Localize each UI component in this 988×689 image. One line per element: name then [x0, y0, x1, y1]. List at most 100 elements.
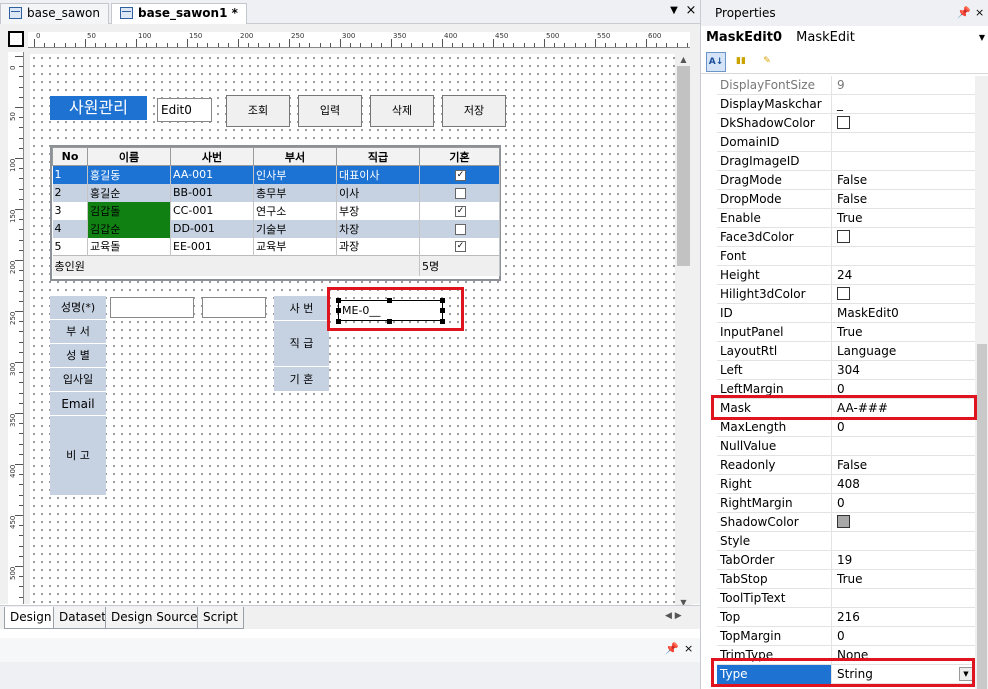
grid-cell-married[interactable]: ✓ — [419, 165, 500, 184]
grid-cell[interactable]: 연구소 — [253, 201, 337, 220]
property-row[interactable]: ID MaskEdit0 — [717, 304, 975, 323]
property-row[interactable]: TabStop True — [717, 570, 975, 589]
grid-cell[interactable]: 김갑순 — [87, 219, 171, 238]
grid-cell[interactable]: 교육부 — [253, 237, 337, 256]
grid-cell[interactable]: 이사 — [336, 183, 420, 202]
grid-cell[interactable]: 김갑돌 — [87, 201, 171, 220]
grid-cell[interactable]: 인사부 — [253, 165, 337, 184]
grid-cell-married[interactable] — [419, 219, 500, 238]
grid-cell[interactable]: 1 — [52, 165, 88, 184]
grid-cell[interactable]: 홍길순 — [87, 183, 171, 202]
property-row[interactable]: DragMode False — [717, 171, 975, 190]
property-row[interactable]: ToolTipText — [717, 589, 975, 608]
grid-cell[interactable]: CC-001 — [170, 201, 254, 220]
grid-header-rank[interactable]: 직급 — [336, 147, 420, 166]
rank-label[interactable]: 직 급 — [274, 321, 329, 367]
property-value[interactable]: 0 — [832, 627, 975, 646]
property-value[interactable] — [832, 133, 975, 152]
property-row[interactable]: Font — [717, 247, 975, 266]
scroll-up-icon[interactable]: ▲ — [675, 54, 692, 66]
delete-button[interactable]: 삭제 — [370, 95, 434, 127]
property-row[interactable]: LayoutRtl Language — [717, 342, 975, 361]
doc-tab-base-sawon[interactable]: base_sawon — [0, 3, 109, 24]
grid-cell-married[interactable] — [419, 183, 500, 202]
married-checkbox[interactable]: ✓ — [455, 205, 466, 217]
dept-label[interactable]: 부 서 — [50, 320, 106, 344]
grid-cell[interactable]: 차장 — [336, 219, 420, 238]
remark-label[interactable]: 비 고 — [50, 416, 106, 496]
property-value[interactable]: 0 — [832, 418, 975, 437]
grid-cell[interactable]: BB-001 — [170, 183, 254, 202]
property-row[interactable]: InputPanel True — [717, 323, 975, 342]
property-value[interactable]: 304 — [832, 361, 975, 380]
email-label[interactable]: Email — [50, 392, 106, 416]
tab-design[interactable]: Design — [4, 607, 58, 629]
property-row[interactable]: DisplayMaskchar _ — [717, 95, 975, 114]
color-swatch[interactable] — [837, 287, 850, 300]
property-row[interactable]: MaxLength 0 — [717, 418, 975, 437]
property-value[interactable] — [832, 285, 975, 304]
grid-header-emp-no[interactable]: 사번 — [170, 147, 254, 166]
hire-date-label[interactable]: 입사일 — [50, 368, 106, 392]
property-row[interactable]: DisplayFontSize 9 — [717, 76, 975, 95]
married-checkbox[interactable]: ✓ — [455, 169, 466, 181]
property-value[interactable]: Language — [832, 342, 975, 361]
tab-scroll-arrows-icon[interactable]: ◀ ▶ — [665, 611, 682, 621]
grid-header-no[interactable]: No — [52, 147, 88, 166]
property-row[interactable]: Face3dColor — [717, 228, 975, 247]
property-value[interactable] — [832, 589, 975, 608]
married-label[interactable]: 기 혼 — [274, 367, 329, 392]
property-row[interactable]: Right 408 — [717, 475, 975, 494]
grid-header-dept[interactable]: 부서 — [253, 147, 337, 166]
table-row[interactable]: 1 홍길동 AA-001 인사부 대표이사 ✓ — [52, 165, 500, 184]
married-checkbox[interactable]: ✓ — [455, 241, 466, 253]
property-value[interactable] — [832, 228, 975, 247]
grid-cell[interactable]: 총무부 — [253, 183, 337, 202]
table-row[interactable]: 3 김갑돌 CC-001 연구소 부장 ✓ — [52, 201, 500, 220]
property-row[interactable]: DragImageID — [717, 152, 975, 171]
tab-dataset[interactable]: Dataset — [53, 607, 112, 629]
grid-header-name[interactable]: 이름 — [87, 147, 171, 166]
property-value[interactable]: 408 — [832, 475, 975, 494]
canvas-vertical-scrollbar[interactable]: ▲ ▼ — [675, 54, 692, 609]
property-value[interactable]: 0 — [832, 494, 975, 513]
grid-cell[interactable]: 4 — [52, 219, 88, 238]
name-input[interactable] — [110, 297, 194, 318]
chevron-down-icon[interactable]: ▼ — [979, 27, 985, 49]
color-swatch[interactable] — [837, 230, 850, 243]
gender-label[interactable]: 성 별 — [50, 344, 106, 368]
property-row[interactable]: NullValue — [717, 437, 975, 456]
close-icon[interactable]: × — [684, 642, 693, 655]
grid-header-married[interactable]: 기혼 — [419, 147, 500, 166]
grid-cell[interactable]: 과장 — [336, 237, 420, 256]
grid-cell[interactable]: 3 — [52, 201, 88, 220]
employee-grid[interactable]: No 이름 사번 부서 직급 기혼 1 홍길동 AA-001 인사부 대표이사 — [50, 145, 501, 281]
close-icon[interactable]: × — [975, 0, 984, 26]
input-button[interactable]: 입력 — [298, 95, 362, 127]
grid-cell[interactable]: AA-001 — [170, 165, 254, 184]
property-value[interactable] — [832, 114, 975, 133]
property-row[interactable]: Left 304 — [717, 361, 975, 380]
page-title-label[interactable]: 사원관리 — [50, 96, 147, 120]
property-value[interactable]: True — [832, 323, 975, 342]
property-value[interactable] — [832, 437, 975, 456]
object-selector[interactable]: MaskEdit0 MaskEdit ▼ — [701, 27, 988, 49]
grid-cell[interactable]: 홍길동 — [87, 165, 171, 184]
property-row[interactable]: DropMode False — [717, 190, 975, 209]
close-document-icon[interactable]: × — [684, 2, 698, 20]
design-canvas[interactable]: 사원관리 Edit0 조회 입력 삭제 저장 No 이름 사번 부서 직급 기혼 — [30, 54, 675, 604]
property-value[interactable]: _ — [832, 95, 975, 114]
property-value[interactable] — [832, 247, 975, 266]
property-value[interactable]: False — [832, 456, 975, 475]
property-value[interactable] — [832, 152, 975, 171]
doc-tab-base-sawon1[interactable]: base_sawon1 * — [111, 3, 247, 25]
grid-cell[interactable]: 부장 — [336, 201, 420, 220]
property-row[interactable]: Hilight3dColor — [717, 285, 975, 304]
name-label[interactable]: 성명(*) — [50, 296, 106, 320]
save-button[interactable]: 저장 — [442, 95, 506, 127]
property-value[interactable]: 9 — [832, 76, 975, 95]
properties-scrollbar[interactable] — [975, 76, 988, 689]
tab-script[interactable]: Script — [197, 607, 244, 629]
property-value[interactable]: True — [832, 570, 975, 589]
property-row[interactable]: RightMargin 0 — [717, 494, 975, 513]
